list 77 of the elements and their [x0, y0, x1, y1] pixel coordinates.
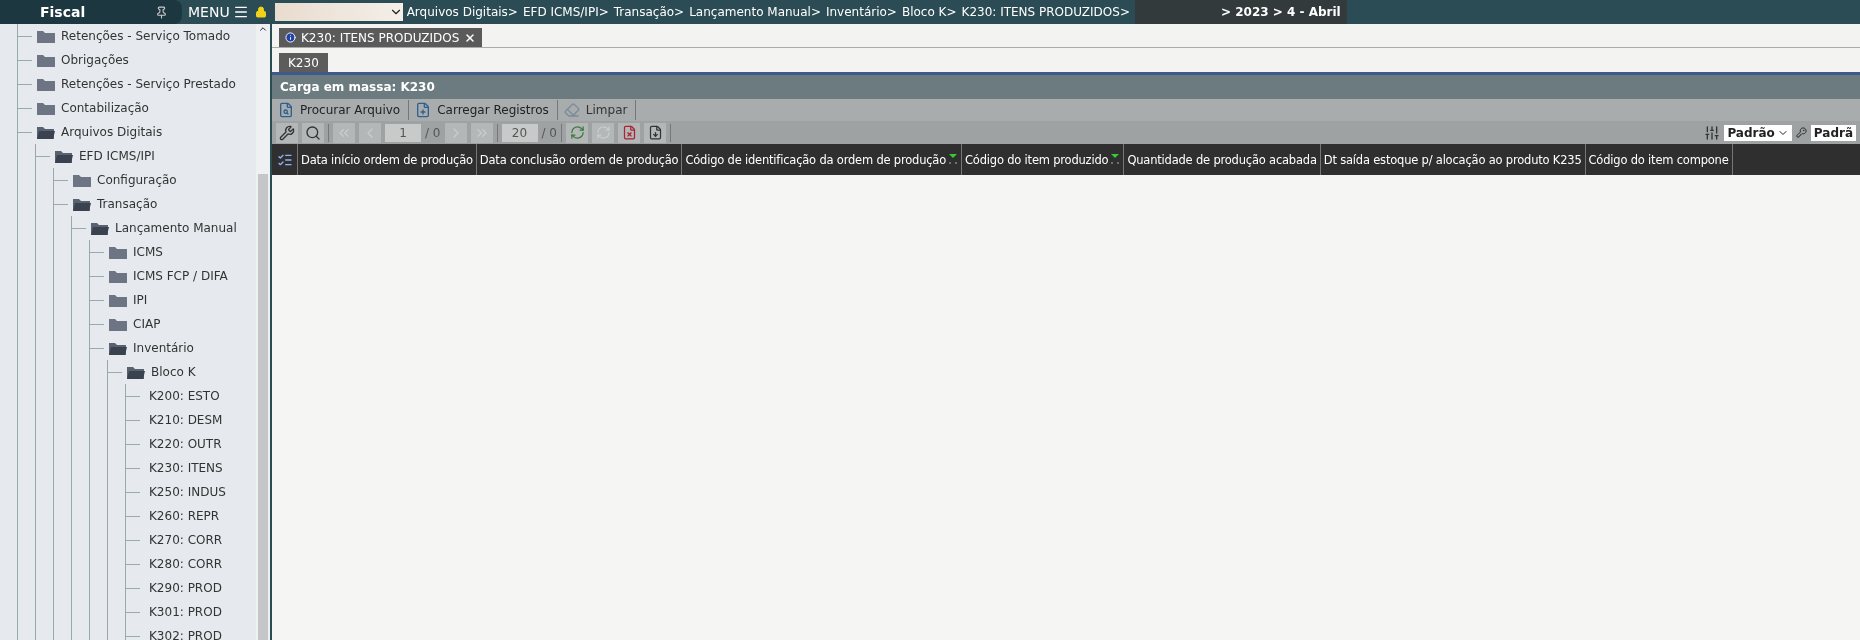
tree-item[interactable]: ICMS [133, 245, 163, 259]
tools-button[interactable] [276, 122, 298, 143]
file-x-icon [621, 125, 637, 140]
breadcrumb-link[interactable]: Bloco K> [901, 5, 957, 19]
tree-item[interactable]: K250: INDUS [149, 485, 226, 499]
menu-button[interactable]: MENU [182, 4, 255, 20]
page-field[interactable]: 1 [385, 123, 421, 142]
module-title: Fiscal [40, 4, 86, 20]
pin-icon[interactable] [155, 5, 168, 19]
breadcrumb-link[interactable]: Lançamento Manual> [689, 5, 821, 19]
tree-item[interactable]: Configuração [97, 173, 177, 187]
search-button[interactable] [302, 122, 324, 143]
sub-tab[interactable]: K230 [279, 53, 328, 72]
tree-item[interactable]: Obrigações [61, 53, 129, 67]
document-tab[interactable]: K230: ITENS PRODUZIDOS [279, 28, 483, 47]
tree-item[interactable]: K280: CORR [149, 557, 223, 571]
scroll-up-icon [258, 24, 268, 34]
menu-icon [232, 4, 249, 20]
file-search-icon [278, 102, 294, 118]
search-icon [305, 124, 321, 141]
close-icon[interactable] [464, 31, 477, 44]
column-title: Data conclusão ordem de produção [479, 152, 679, 167]
tree-item[interactable]: EFD ICMS/IPI [79, 149, 155, 163]
page-count: / 0 [425, 125, 441, 140]
tree-item[interactable]: Arquivos Digitais [61, 125, 163, 139]
tree-item[interactable]: K230: ITENS [149, 461, 223, 475]
column-title: Dt saída estoque p/ alocação ao produto K235 [1323, 152, 1582, 167]
key-icon [1795, 127, 1807, 138]
page-size-field[interactable]: 20 [501, 123, 538, 142]
tree-item[interactable]: K301: PROD [149, 605, 222, 619]
tree-item[interactable]: K260: REPR [149, 509, 220, 523]
tree-item[interactable]: Retenções - Serviço Prestado [61, 77, 236, 91]
refresh-button[interactable] [566, 122, 588, 143]
file-down-icon [647, 125, 663, 140]
column-title: Quantidade de produção acabada [1127, 152, 1317, 167]
panel-title: Carga em massa: K230 [272, 72, 1860, 99]
scrollbar[interactable] [256, 24, 270, 640]
record-count: / 0 [541, 125, 557, 140]
tree-item[interactable]: Retenções - Serviço Tomado [61, 29, 231, 43]
tab-title: K230: ITENS PRODUZIDOS [301, 30, 460, 45]
tree-item[interactable]: Transação [97, 197, 158, 211]
toolbar-button[interactable]: Procurar Arquivo [276, 100, 410, 120]
breadcrumb-link[interactable]: K230: ITENS PRODUZIDOS> [961, 5, 1130, 19]
column-title: Código do item compone [1588, 152, 1729, 167]
sliders-icon[interactable] [1704, 124, 1721, 141]
eraser-icon [563, 102, 580, 118]
info-icon [285, 32, 296, 43]
tree-item[interactable]: K290: PROD [149, 581, 222, 595]
remove-file-button[interactable] [618, 122, 640, 143]
view-select[interactable]: Padrão [1724, 124, 1792, 141]
tree-item[interactable]: Lançamento Manual [115, 221, 237, 235]
tree-item[interactable]: Bloco K [151, 365, 196, 379]
column-title: Código do item produzido [965, 152, 1109, 167]
tree-item[interactable]: K270: CORR [149, 533, 223, 547]
tree-item[interactable]: CIAP [133, 317, 161, 331]
breadcrumb-link[interactable]: EFD ICMS/IPI> [522, 5, 609, 19]
toolbar-button[interactable]: Carregar Registros [413, 100, 558, 120]
filter-select[interactable]: Padrã [1810, 124, 1856, 141]
tree-item[interactable]: ICMS FCP / DIFA [133, 269, 228, 283]
tree-item[interactable]: Inventário [133, 341, 194, 355]
tree-item[interactable]: Contabilização [61, 101, 149, 115]
tree-item[interactable]: IPI [133, 293, 148, 307]
tree-item[interactable]: K210: DESM [149, 413, 223, 427]
lock-icon[interactable] [254, 6, 267, 18]
tree-item[interactable]: K200: ESTO [149, 389, 220, 403]
period-label: > 2023 > 4 - Abril [1220, 0, 1347, 24]
column-title: Código de identificação da ordem de produção [685, 152, 947, 167]
refresh-icon [569, 125, 585, 140]
file-plus-icon [415, 102, 432, 118]
tree-item[interactable]: K220: OUTR [149, 437, 222, 451]
column-title: Data início ordem de produção [301, 152, 473, 167]
breadcrumb-link[interactable]: Arquivos Digitais> [406, 5, 518, 19]
breadcrumb-link[interactable]: Inventário> [825, 5, 897, 19]
breadcrumb-link[interactable]: Transação> [613, 5, 685, 19]
export-button[interactable] [644, 122, 666, 143]
tree-item[interactable]: K302: PROD [149, 629, 222, 640]
wrench-icon [279, 124, 295, 141]
